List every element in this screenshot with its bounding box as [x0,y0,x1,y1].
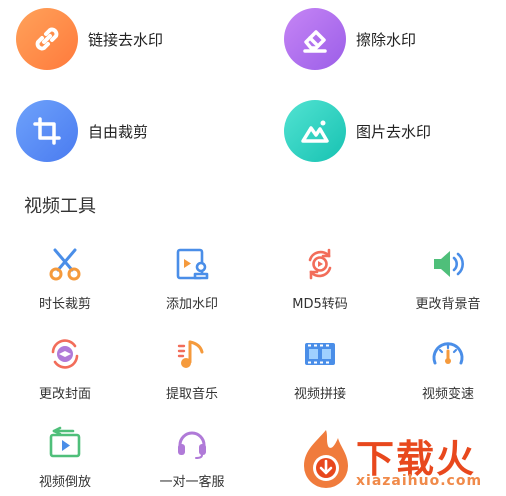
crop-icon [16,100,78,162]
headset-icon [172,422,212,462]
site-watermark-logo: 下载火 xiazaihuo.com [298,426,503,494]
extract-music-button[interactable]: 提取音乐 [142,334,242,402]
image-watermark-removal-label: 图片去水印 [356,122,432,141]
image-watermark-removal-button[interactable]: 图片去水印 [284,100,431,162]
change-bgm-label: 更改背景音 [415,297,481,312]
music-note-icon [172,334,212,374]
link-watermark-removal-button[interactable]: 链接去水印 [16,8,163,70]
customer-service-button[interactable]: 一对一客服 [142,422,242,490]
add-watermark-label: 添加水印 [165,297,218,312]
cover-icon [45,334,85,374]
change-bgm-button[interactable]: 更改背景音 [398,244,498,312]
md5-transcode-button[interactable]: MD5转码 [270,244,370,312]
video-reverse-label: 视频倒放 [38,475,91,490]
duration-trim-label: 时长裁剪 [38,297,91,312]
extract-music-label: 提取音乐 [165,387,218,402]
section-title: 视频工具 [24,196,96,217]
speaker-icon [428,244,468,284]
link-watermark-removal-label: 链接去水印 [88,30,164,49]
flame-icon [304,430,348,488]
add-watermark-button[interactable]: 添加水印 [142,244,242,312]
watermark-add-icon [172,244,212,284]
eraser-icon [284,8,346,70]
scissors-icon [45,244,85,284]
erase-watermark-label: 擦除水印 [356,30,417,49]
erase-watermark-button[interactable]: 擦除水印 [284,8,416,70]
video-reverse-button[interactable]: 视频倒放 [15,422,115,490]
film-strip-icon [300,334,340,374]
video-join-label: 视频拼接 [293,387,346,402]
video-speed-button[interactable]: 视频变速 [398,334,498,402]
customer-service-label: 一对一客服 [159,475,225,490]
free-crop-label: 自由裁剪 [88,122,149,141]
change-cover-label: 更改封面 [38,387,91,402]
image-icon [284,100,346,162]
speedometer-icon [428,334,468,374]
watermark-url: xiazaihuo.com [356,473,483,489]
duration-trim-button[interactable]: 时长裁剪 [15,244,115,312]
change-cover-button[interactable]: 更改封面 [15,334,115,402]
md5-transcode-label: MD5转码 [292,297,348,312]
video-speed-label: 视频变速 [421,387,474,402]
link-icon [16,8,78,70]
reverse-play-icon [45,422,85,462]
md5-refresh-icon [300,244,340,284]
video-join-button[interactable]: 视频拼接 [270,334,370,402]
free-crop-button[interactable]: 自由裁剪 [16,100,148,162]
